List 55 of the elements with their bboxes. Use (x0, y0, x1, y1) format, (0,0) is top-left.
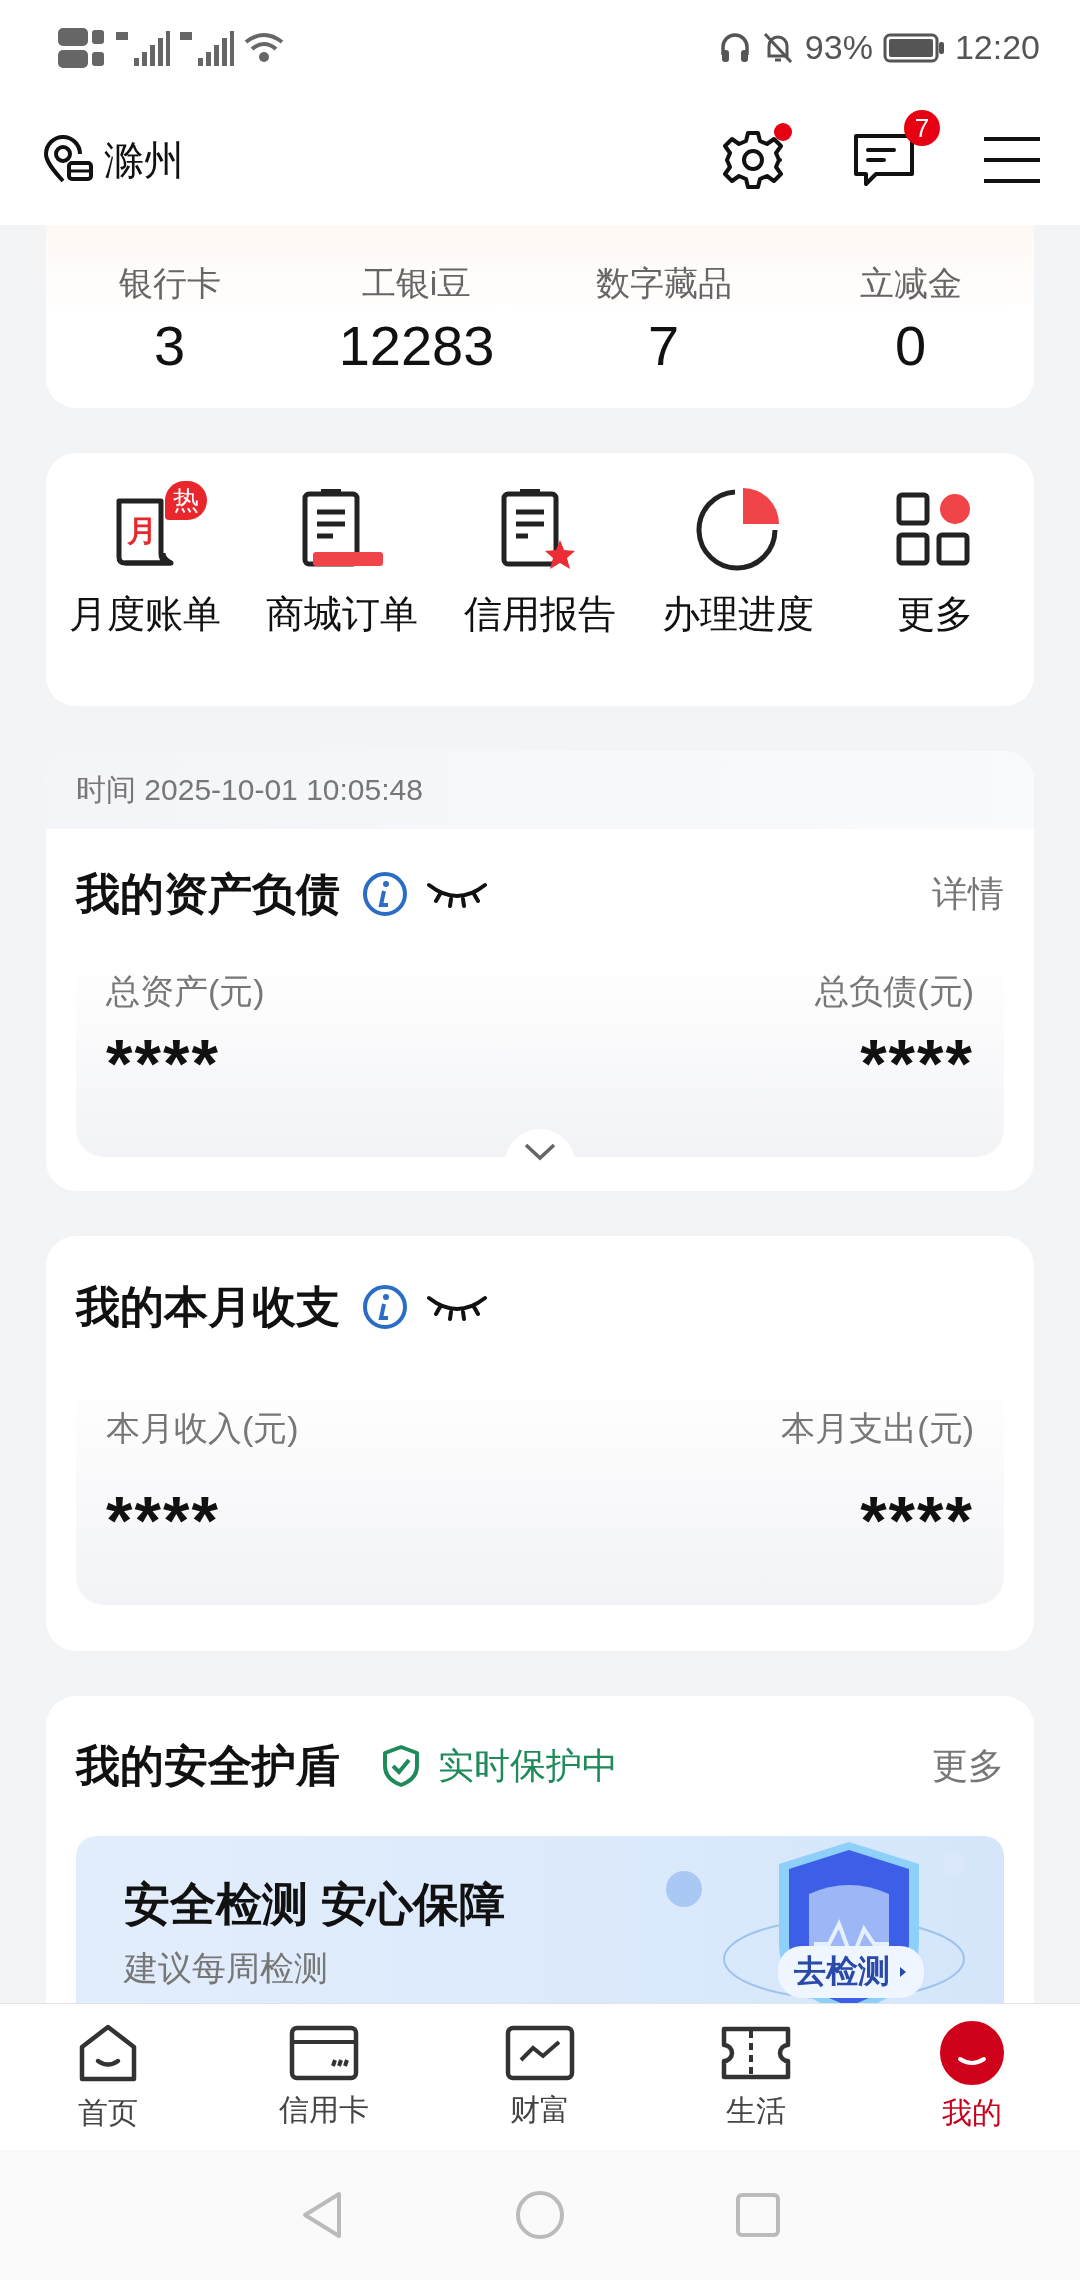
section-title: 我的安全护盾 (76, 1739, 340, 1792)
banner-title: 安全检测 安心保障 (124, 1877, 505, 1932)
nav-tab[interactable]: 首页 (0, 2004, 216, 2150)
nav-tab[interactable]: 信用卡 (216, 2004, 432, 2150)
security-banner[interactable]: 安全检测 安心保障 建议每周检测 去检测 (76, 1836, 1004, 2003)
credit-card-icon (289, 2023, 359, 2082)
stat-value[interactable]: 7 (647, 313, 680, 378)
smile-icon (940, 2020, 1004, 2085)
shortcut-label[interactable]: 月度账单 (68, 589, 221, 640)
stat-label[interactable]: 立减金 (859, 261, 962, 307)
hot-badge: 热 (164, 481, 207, 520)
section-title: 我的资产负债 (76, 867, 340, 920)
amount-value: **** (106, 1486, 221, 1554)
nav-tab[interactable]: 财富 (432, 2004, 648, 2150)
stat-label[interactable]: 数字藏品 (595, 261, 732, 307)
stat-label[interactable]: 工银i豆 (361, 261, 472, 307)
shortcut-label[interactable]: 办理进度 (661, 589, 814, 640)
info-icon[interactable] (362, 871, 408, 917)
protection-status: 实时保护中 (438, 1743, 618, 1788)
details-link[interactable]: 详情 (932, 869, 1004, 919)
stat-value[interactable]: 0 (894, 313, 927, 378)
banner-subtitle: 建议每周检测 (124, 1948, 329, 1989)
wifi-icon (244, 31, 284, 64)
shortcut-label[interactable]: 信用报告 (464, 589, 616, 640)
stat-label[interactable]: 银行卡 (118, 261, 221, 307)
headphones-icon (718, 30, 751, 65)
section-title: 我的本月收支 (76, 1280, 340, 1333)
amount-value: **** (860, 1029, 974, 1097)
amount-label: 总资产(元) (106, 971, 265, 1012)
amount-label: 本月支出(元) (781, 1408, 974, 1449)
info-icon[interactable] (362, 1284, 408, 1330)
chevron-down-icon (523, 1142, 557, 1162)
nav-tab[interactable]: 生活 (648, 2004, 864, 2150)
check-now-button[interactable]: 去检测 (778, 1946, 924, 1998)
shortcut-label[interactable]: 商城订单 (266, 589, 419, 640)
location-pin-icon[interactable] (42, 135, 94, 185)
amount-value: **** (106, 1029, 221, 1097)
city-name[interactable]: 滁州 (104, 132, 184, 188)
message-count-badge: 7 (904, 110, 940, 146)
more-link[interactable]: 更多 (932, 1741, 1004, 1791)
amount-value: **** (860, 1486, 974, 1554)
clock-time: 12:20 (954, 28, 1040, 67)
nav-tab[interactable]: 我的 (864, 2004, 1080, 2150)
amount-label: 总负债(元) (815, 971, 974, 1012)
shortcut-label[interactable]: 更多 (897, 589, 974, 640)
battery-icon (882, 32, 945, 63)
menu-icon[interactable] (982, 135, 1042, 185)
stat-value[interactable]: 3 (153, 313, 186, 378)
chart-icon (505, 2023, 575, 2082)
battery-percentage: 93% (804, 28, 873, 67)
stat-value[interactable]: 12283 (338, 313, 495, 378)
caret-icon (898, 1965, 908, 1979)
shield-check-icon (382, 1744, 420, 1788)
timestamp-text: 时间 2025-10-01 10:05:48 (76, 771, 423, 808)
amount-label: 本月收入(元) (106, 1408, 299, 1449)
